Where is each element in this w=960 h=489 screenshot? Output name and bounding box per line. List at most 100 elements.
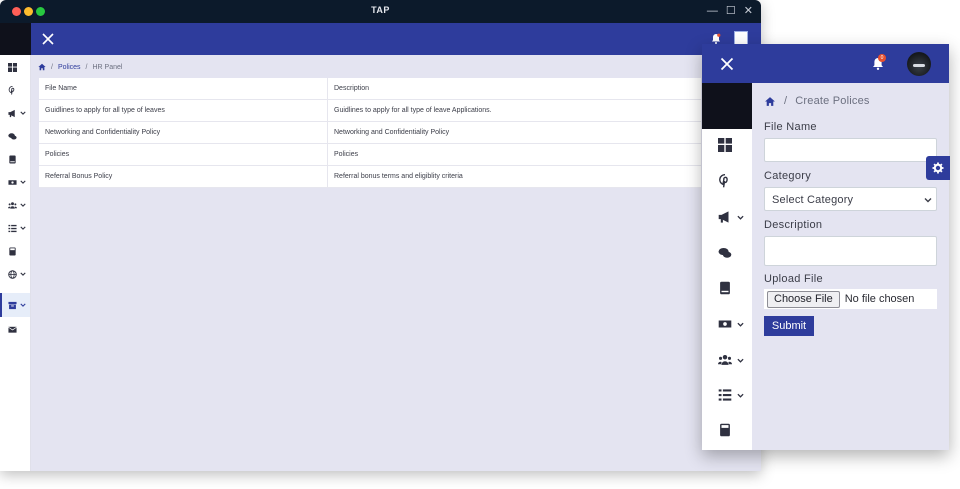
chevron-down-icon — [737, 322, 744, 327]
sidebar-item-calculator[interactable] — [0, 239, 30, 263]
sidebar-item-payroll[interactable] — [702, 311, 752, 337]
chevron-down-icon — [737, 393, 744, 398]
sidebar-item-chat[interactable] — [0, 124, 30, 148]
category-selected-value: Select Category — [772, 194, 854, 206]
table-cell: Networking and Confidentiality Policy — [334, 129, 450, 136]
sidebar-item-announcements[interactable] — [0, 101, 30, 125]
category-select[interactable]: Select Category — [764, 187, 937, 211]
chevron-down-icon — [737, 358, 744, 363]
minimize-icon[interactable]: — — [707, 4, 718, 18]
tasks-icon — [718, 389, 732, 401]
home-icon[interactable] — [764, 96, 776, 107]
dashboard-icon — [8, 62, 17, 72]
breadcrumb-separator: / — [51, 63, 53, 71]
sidebar-item-tasks[interactable] — [702, 382, 752, 408]
sidebar-item-tasks[interactable] — [0, 216, 30, 240]
breadcrumb-polices[interactable]: Polices — [58, 64, 81, 71]
sidebar-item-users[interactable] — [0, 193, 30, 217]
money-icon — [718, 320, 732, 328]
archive-icon — [8, 301, 17, 309]
table-cell: Guidlines to apply for all type of leave… — [39, 100, 328, 121]
sidebar-item-calculator[interactable] — [702, 417, 752, 443]
breadcrumb: / Polices / HR Panel — [38, 63, 122, 71]
sidebar-item-dashboard[interactable] — [702, 132, 752, 158]
close-icon[interactable]: ✕ — [744, 4, 753, 18]
table-row[interactable]: Guidlines to apply for all type of leave… — [39, 100, 701, 122]
money-icon — [8, 179, 17, 185]
sidebar — [702, 83, 752, 450]
table-row[interactable]: Referral Bonus Policy Referral bonus ter… — [39, 166, 701, 188]
bell-icon[interactable] — [711, 33, 721, 44]
calculator-icon — [720, 423, 730, 437]
breadcrumb-separator: / — [784, 95, 788, 107]
globe-icon — [8, 269, 17, 279]
avatar[interactable] — [907, 52, 931, 76]
settings-toggle[interactable] — [926, 156, 950, 180]
table-cell: Policies — [39, 144, 328, 165]
sidebar-item-announcements[interactable] — [702, 204, 752, 230]
app-window-back: TAP — ☐ ✕ / Polices / HR Panel File Name… — [0, 0, 761, 471]
chevron-down-icon — [20, 203, 26, 207]
breadcrumb-separator: / — [85, 63, 88, 71]
submit-button[interactable]: Submit — [764, 316, 814, 336]
description-textarea[interactable] — [764, 236, 937, 266]
category-label: Category — [764, 170, 812, 182]
sidebar-item-mail[interactable] — [0, 317, 30, 341]
file-upload-input[interactable]: Choose File No file chosen — [764, 289, 937, 309]
chevron-down-icon — [20, 272, 26, 276]
close-menu-icon[interactable] — [41, 32, 55, 46]
pinterest-icon — [719, 174, 728, 188]
envelope-icon — [8, 326, 17, 333]
column-header-file-name: File Name — [39, 78, 328, 99]
sidebar-brand — [702, 83, 752, 129]
chevron-down-icon — [737, 215, 744, 220]
window-title: TAP — [371, 5, 390, 15]
avatar-image — [913, 64, 925, 67]
file-name-label: File Name — [764, 121, 817, 133]
table-cell: Referral bonus terms and eligiblity crit… — [334, 173, 463, 180]
choose-file-button[interactable]: Choose File — [767, 290, 840, 308]
table-cell: Policies — [334, 151, 359, 158]
screen: TAP — ☐ ✕ / Polices / HR Panel File Name… — [0, 0, 960, 489]
close-menu-icon[interactable] — [720, 57, 734, 71]
users-icon — [8, 201, 17, 209]
sidebar-item-pin[interactable] — [702, 168, 752, 194]
sidebar-item-users[interactable] — [702, 347, 752, 373]
dashboard-icon — [718, 138, 732, 152]
description-label: Description — [764, 219, 823, 231]
window-controls: — ☐ ✕ — [707, 4, 753, 18]
chevron-down-icon — [924, 198, 932, 203]
file-name-input[interactable] — [764, 138, 937, 162]
top-header: 0 — [702, 44, 949, 83]
tasks-icon — [8, 224, 17, 232]
restore-icon[interactable]: ☐ — [726, 4, 736, 18]
page-title: Create Polices — [795, 95, 870, 107]
sidebar-item-book[interactable] — [0, 147, 30, 171]
users-icon — [718, 354, 732, 365]
book-icon — [720, 281, 730, 295]
chevron-down-icon — [20, 226, 26, 230]
avatar[interactable] — [734, 31, 748, 45]
window-titlebar: TAP — ☐ ✕ — [0, 0, 761, 23]
table-row[interactable]: Networking and Confidentiality Policy Ne… — [39, 122, 701, 144]
breadcrumb-hr-panel: HR Panel — [92, 63, 123, 71]
sidebar-item-dashboard[interactable] — [0, 55, 30, 79]
sidebar-item-archive[interactable] — [0, 293, 30, 317]
sidebar — [0, 23, 31, 471]
table-header-row: File Name Description — [39, 78, 701, 100]
home-icon[interactable] — [38, 63, 46, 71]
table-cell: Referral Bonus Policy — [39, 166, 328, 187]
policies-table: File Name Description Guidlines to apply… — [39, 78, 701, 188]
table-cell: Networking and Confidentiality Policy — [39, 122, 328, 143]
sidebar-item-chat[interactable] — [702, 240, 752, 266]
table-row[interactable]: Policies Policies — [39, 144, 701, 166]
app-window-front: 0 / Create Polices File Name Category Se… — [702, 44, 949, 450]
column-header-description: Description — [334, 85, 370, 92]
sidebar-item-global[interactable] — [0, 262, 30, 286]
sidebar-item-pin[interactable] — [0, 78, 30, 102]
sidebar-item-payroll[interactable] — [0, 170, 30, 194]
chevron-down-icon — [20, 111, 26, 115]
sidebar-item-book[interactable] — [702, 275, 752, 301]
table-cell: Guidlines to apply for all type of leave… — [334, 107, 492, 114]
top-header — [31, 23, 761, 55]
